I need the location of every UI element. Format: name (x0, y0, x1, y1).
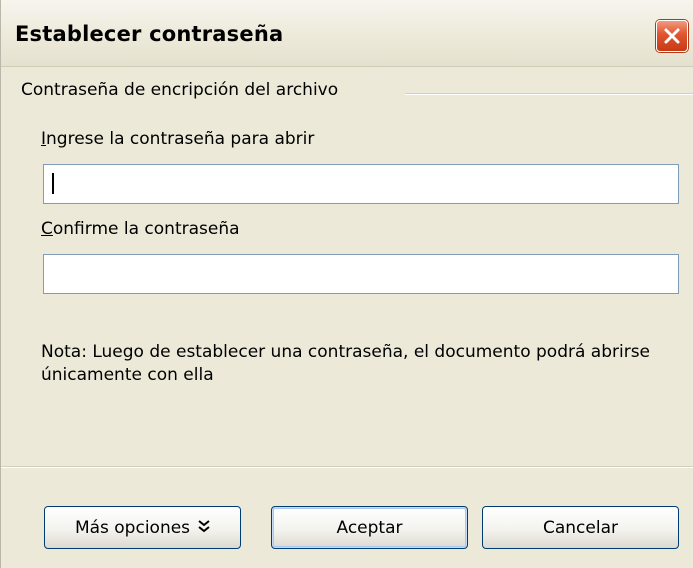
confirm-password-input[interactable] (43, 254, 679, 294)
password-dialog: Establecer contraseña Contraseña de encr… (0, 0, 693, 568)
more-options-button[interactable]: Más opciones (44, 506, 241, 549)
title-bar[interactable]: Establecer contraseña (1, 0, 693, 67)
close-button[interactable] (656, 20, 688, 52)
more-options-label: Más opciones (74, 517, 191, 538)
cancel-label: Cancelar (543, 517, 618, 538)
password-label: Ingrese la contraseña para abrir (41, 129, 314, 149)
confirm-label-mnemonic: C (41, 219, 53, 239)
accept-label: Aceptar (336, 517, 403, 538)
double-chevron-down-icon (198, 519, 210, 536)
note-text: Nota: Luego de establecer una contraseña… (41, 342, 651, 385)
confirm-label-text: onfirme la contraseña (52, 219, 240, 239)
button-separator (1, 466, 693, 468)
confirm-password-label: Confirme la contraseña (41, 219, 240, 239)
group-separator (405, 93, 693, 95)
group-label: Contraseña de encripción del archivo (21, 80, 339, 100)
cancel-button[interactable]: Cancelar (482, 506, 679, 549)
accept-button[interactable]: Aceptar (271, 506, 468, 549)
window-title: Establecer contraseña (15, 22, 284, 46)
password-label-text: ngrese la contraseña para abrir (46, 129, 315, 149)
password-input[interactable] (43, 164, 679, 204)
text-caret (52, 173, 54, 194)
